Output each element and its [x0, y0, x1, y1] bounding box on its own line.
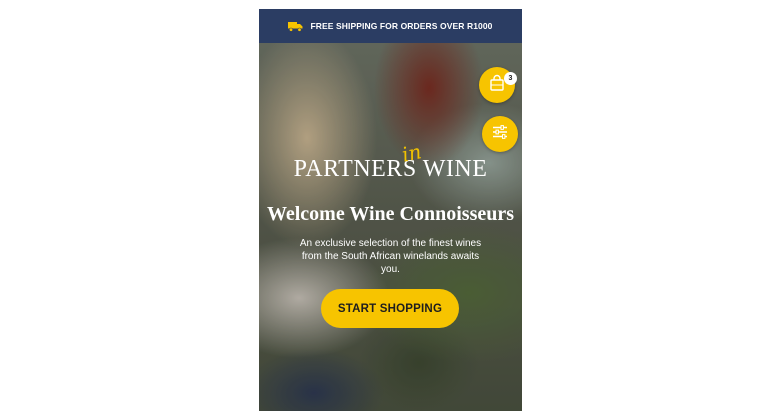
- cart-count-badge: 3: [504, 72, 517, 85]
- brand-logo[interactable]: PARTNERS WINE in: [259, 139, 522, 187]
- logo-in-script: in: [399, 139, 424, 167]
- shipping-banner-text: FREE SHIPPING FOR ORDERS OVER R1000: [310, 21, 493, 31]
- hero-section: 3 PARTNERS WINE in Welcome Wine Connoiss…: [259, 43, 522, 411]
- sliders-icon: [491, 124, 509, 145]
- hero-title: Welcome Wine Connoisseurs: [266, 203, 515, 225]
- hero-subtitle: An exclusive selection of the finest win…: [299, 238, 482, 275]
- cart-button[interactable]: 3: [479, 67, 517, 103]
- truck-icon: [288, 21, 303, 32]
- start-shopping-button[interactable]: START SHOPPING: [321, 289, 459, 328]
- shipping-banner: FREE SHIPPING FOR ORDERS OVER R1000: [259, 9, 522, 43]
- logo-wordmark: PARTNERS WINE: [293, 156, 488, 182]
- mobile-viewport: FREE SHIPPING FOR ORDERS OVER R1000 3 PA…: [259, 9, 522, 411]
